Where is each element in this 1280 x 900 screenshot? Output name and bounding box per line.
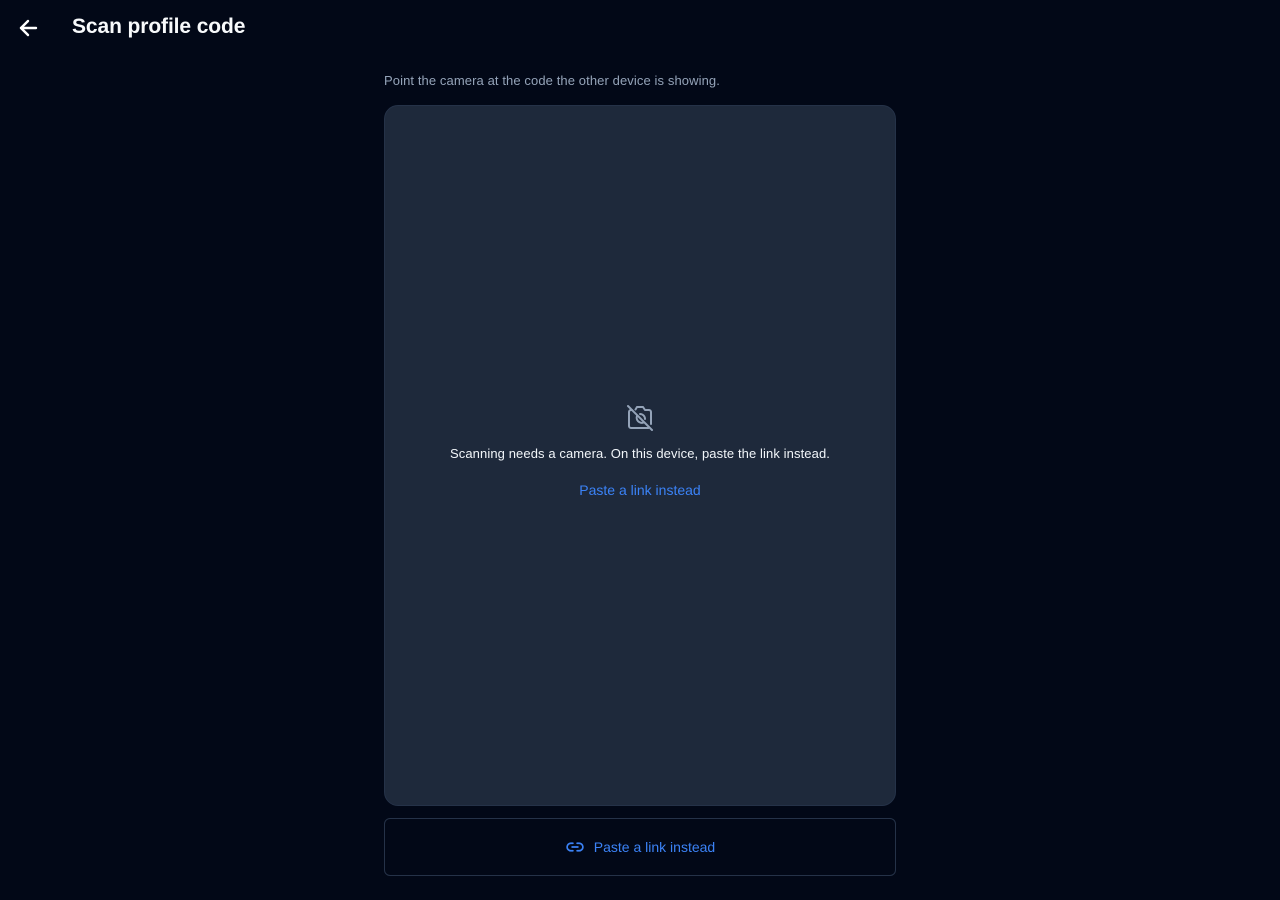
camera-unavailable-notice: Scanning needs a camera. On this device,… — [385, 402, 895, 498]
paste-link-button-label: Paste a link instead — [593, 839, 716, 855]
back-button[interactable] — [12, 12, 44, 44]
app-header: Scan profile code — [0, 0, 1280, 56]
camera-off-icon — [627, 405, 653, 431]
page-title: Scan profile code — [72, 15, 246, 38]
link-icon — [566, 842, 584, 852]
paste-link-button[interactable]: Paste a link instead — [384, 818, 896, 876]
arrow-left-icon — [19, 19, 38, 37]
camera-required-message: Scanning needs a camera. On this device,… — [449, 446, 830, 461]
paste-link-inline-button[interactable]: Paste a link instead — [579, 482, 700, 498]
camera-viewport: Scanning needs a camera. On this device,… — [384, 105, 896, 806]
instruction-text: Point the camera at the code the other d… — [384, 73, 720, 88]
